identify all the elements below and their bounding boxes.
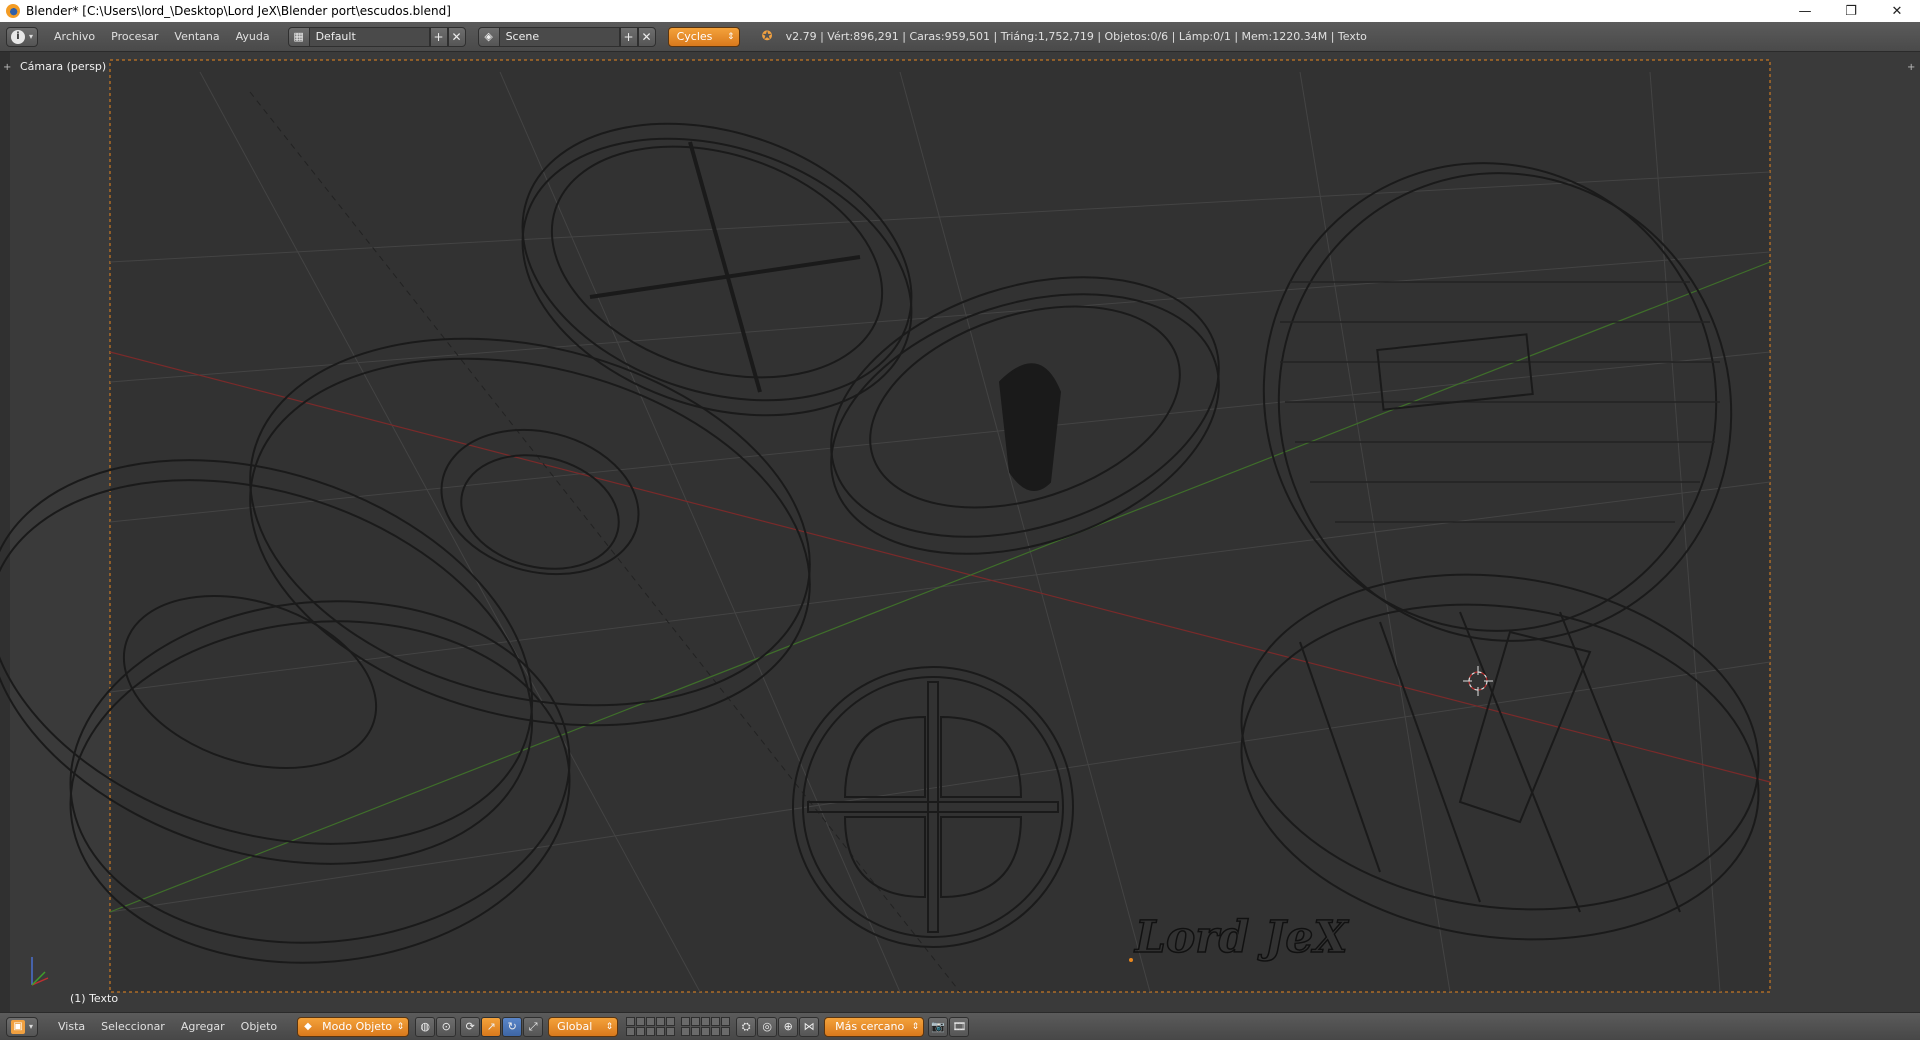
window-title: Blender* [C:\Users\lord_\Desktop\Lord Je… [26, 4, 451, 18]
chevron-down-icon: ▾ [29, 1022, 34, 1031]
blender-logo-icon [6, 4, 20, 18]
opengl-render-button[interactable]: 📷 [928, 1016, 949, 1037]
menu-ventana[interactable]: Ventana [166, 26, 227, 48]
editor-type-3dview-button[interactable]: ▣ ▾ [6, 1016, 39, 1037]
remove-scene-button[interactable]: ✕ [637, 26, 656, 47]
blender-stats-icon: ✪ [761, 28, 773, 44]
3d-viewport[interactable]: + + Lord JeX Cámara (persp) (1) Texto [0, 52, 1920, 1012]
minimize-button[interactable]: — [1782, 0, 1828, 22]
chevron-down-icon: ▾ [29, 32, 34, 41]
rotate-manipulator-button[interactable]: ↻ [502, 1016, 523, 1037]
interaction-mode-dropdown[interactable]: Modo Objeto [297, 1016, 410, 1037]
axis-gizmo-icon [31, 957, 49, 986]
menu-objeto[interactable]: Objeto [233, 1016, 286, 1038]
watermark-text-object[interactable]: Lord JeX [1132, 911, 1350, 964]
scale-manipulator-button[interactable]: ⤢ [523, 1016, 544, 1037]
lock-layers-button[interactable]: ⛭ [736, 1016, 757, 1037]
menu-ayuda[interactable]: Ayuda [228, 26, 278, 48]
snap-toggle-button[interactable]: ⊕ [778, 1016, 799, 1037]
screen-layout-field[interactable]: Default [309, 26, 430, 47]
opengl-render-anim-button[interactable]: 🎞 [949, 1016, 970, 1037]
menu-seleccionar[interactable]: Seleccionar [93, 1016, 173, 1038]
viewport-view-label: Cámara (persp) [20, 60, 107, 73]
pivot-point-button[interactable]: ⊙ [436, 1016, 457, 1037]
tool-shelf-plus-icon[interactable]: + [3, 62, 11, 73]
viewport-canvas[interactable]: + + Lord JeX [0, 52, 1920, 1012]
close-button[interactable]: ✕ [1874, 0, 1920, 22]
scene-stats: v2.79 | Vért:896,291 | Caras:959,501 | T… [785, 30, 1367, 43]
scene-field[interactable]: Scene [499, 26, 620, 47]
text-object-origin [1129, 958, 1133, 962]
add-screen-button[interactable]: + [429, 26, 448, 47]
scene-icon[interactable]: ◈ [477, 26, 500, 47]
transform-orientation-dropdown[interactable]: Global [548, 1016, 619, 1037]
menu-archivo[interactable]: Archivo [46, 26, 103, 48]
menu-vista[interactable]: Vista [50, 1016, 93, 1038]
screen-layout-icon[interactable]: ▦ [287, 26, 310, 47]
active-object-label: (1) Texto [70, 992, 119, 1005]
manipulator-toggle-button[interactable]: ⟳ [460, 1016, 481, 1037]
menu-agregar[interactable]: Agregar [173, 1016, 233, 1038]
cube-icon: ▣ [11, 1019, 25, 1034]
viewport-shading-button[interactable]: ◍ [415, 1016, 436, 1037]
layer-buttons-group-1[interactable] [626, 1017, 676, 1036]
remove-screen-button[interactable]: ✕ [447, 26, 466, 47]
render-engine-dropdown[interactable]: Cycles [667, 26, 740, 47]
editor-type-button[interactable]: i ▾ [6, 26, 39, 47]
restore-button[interactable]: ❐ [1828, 0, 1874, 22]
menu-procesar[interactable]: Procesar [103, 26, 166, 48]
info-icon: i [11, 29, 25, 44]
tool-shelf-edge[interactable] [0, 52, 10, 1012]
layer-buttons-group-2[interactable] [681, 1017, 731, 1036]
3d-view-header: ▣ ▾ Vista Seleccionar Agregar Objeto Mod… [0, 1012, 1920, 1040]
snap-target-dropdown[interactable]: Más cercano [824, 1016, 925, 1037]
proportional-editing-button[interactable]: ◎ [757, 1016, 778, 1037]
add-scene-button[interactable]: + [619, 26, 638, 47]
snap-element-button[interactable]: ⋈ [799, 1016, 820, 1037]
translate-manipulator-button[interactable]: ↗ [481, 1016, 502, 1037]
info-header: i ▾ Archivo Procesar Ventana Ayuda ▦ Def… [0, 22, 1920, 52]
properties-shelf-plus-icon[interactable]: + [1907, 62, 1915, 73]
window-titlebar: Blender* [C:\Users\lord_\Desktop\Lord Je… [0, 0, 1920, 22]
